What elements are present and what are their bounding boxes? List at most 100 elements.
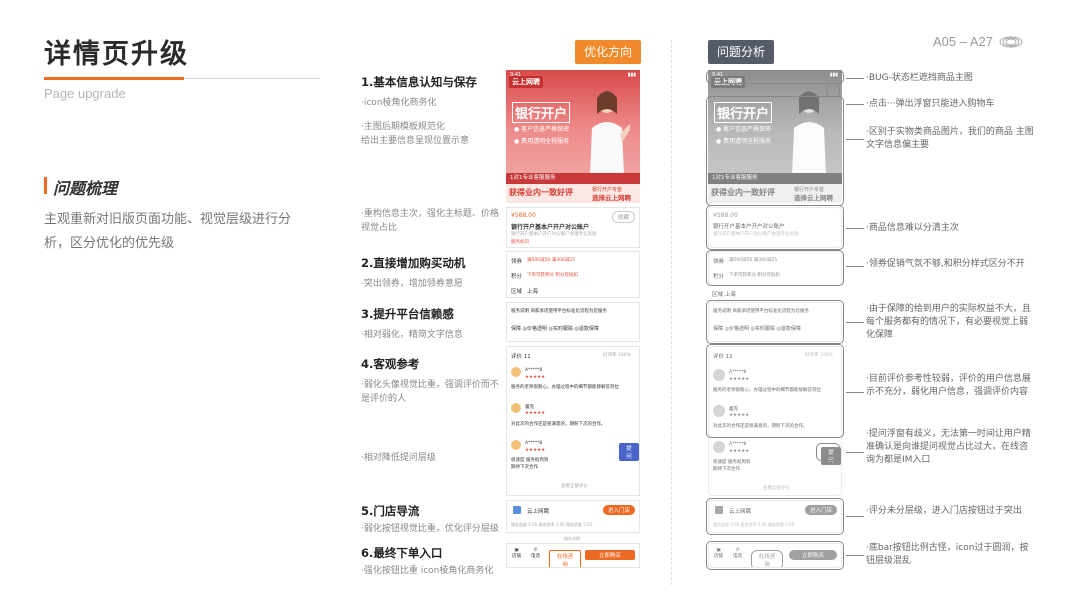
arrow-line xyxy=(846,555,864,556)
note-line: ·相对降低提问层级 xyxy=(361,453,436,463)
note-purchase: 2.直接增加购买动机 ·突出领券，增加领券意愿 xyxy=(361,255,465,291)
call-tab[interactable]: ✆ 电话 xyxy=(531,548,540,559)
problem-analysis-tag: 问题分析 xyxy=(708,40,775,64)
arrow-line xyxy=(846,104,864,105)
review-rate[interactable]: 好评率 100% xyxy=(603,352,631,358)
view-all-reviews[interactable]: 查看全部评价 xyxy=(763,485,790,491)
coupon-label: 领券 xyxy=(511,259,523,265)
banner-bullet: ● 费用透明全程服务 xyxy=(514,138,570,145)
banner-footer: 获得业内一致好评 银行开户专首 选择云上网聘 xyxy=(506,184,640,203)
note-line: ·弱化头像视觉比重，强调评价而不 xyxy=(361,380,499,390)
store-name: 云上网聘 xyxy=(527,509,550,515)
note-line: ·icon棱角化商务化 xyxy=(361,98,437,108)
title-accent-bar xyxy=(44,77,184,80)
note-line: ·强化按钮比重 icon棱角化商务化 xyxy=(361,566,494,576)
arrow-line xyxy=(846,266,864,267)
note-basic-info: 1.基本信息认知与保存 ·icon棱角化商务化 ·主图后期模板规范化 给出主要信… xyxy=(361,74,477,148)
region-label: 区域 xyxy=(511,289,523,295)
page-number: A05 – A27 xyxy=(933,34,993,49)
guarantee-items: 保障 ◎价格透明 ◎实时跟踪 ◎退款保障 xyxy=(511,326,599,332)
arrow-line xyxy=(846,139,864,140)
points-value: 下单可获积分 积分可抵扣 xyxy=(527,273,578,278)
coupon-card[interactable]: 领券 满500减50 满300减25 积分 下单可获积分 积分可抵扣 区域 上海 xyxy=(506,251,640,298)
store-logo-icon xyxy=(513,506,521,514)
section-accent-bar xyxy=(44,177,47,194)
highlight-coupon xyxy=(706,250,844,286)
region-row: 区域 上海 xyxy=(712,292,736,298)
section-heading: 问题梳理 xyxy=(53,179,118,198)
rating-stars: ★★★★★ xyxy=(729,449,750,454)
store-tab[interactable]: ▣ 店铺 xyxy=(512,548,521,559)
review-text: 对此次的合作还是很满意的，期盼下次的合作。 xyxy=(511,422,606,427)
brand-logo: 云上网聘 xyxy=(509,76,543,88)
note-heading: 3.提升平台信赖感 xyxy=(361,307,454,321)
section-description: 主观重新对旧版页面功能、视觉层级进行分析，区分优化的优先级 xyxy=(44,212,292,251)
issue-note: ·提问浮窗有歧义，无法第一时间让用户精准确认是向谁提问视觉占比过大，在线咨询为都… xyxy=(866,429,1031,465)
region-value: 上海 xyxy=(527,289,539,295)
highlight-guarantee xyxy=(706,300,844,344)
note-line: 视觉占比 xyxy=(361,223,398,233)
note-line: ·突出领券，增加领券意愿 xyxy=(361,279,463,289)
status-icons: ▮▮▮ xyxy=(627,72,636,78)
issue-note: ·点击···弹出浮窗只能进入购物车 xyxy=(866,99,995,109)
note-line: 给出主要信息呈现位置示意 xyxy=(361,136,470,146)
view-all-reviews[interactable]: 查看全部评价 xyxy=(561,483,588,489)
product-banner: 9:41 ▮▮▮ 云上网聘 银行开户 ● 客户信息严格保密 ● 费用透明全程服务 … xyxy=(506,70,640,203)
ask-button[interactable]: 提问 xyxy=(619,443,639,461)
note-trust: 3.提升平台信赖感 ·相对弱化，精简文字信息 xyxy=(361,306,463,342)
highlight-ask xyxy=(816,443,840,461)
highlight-reviews xyxy=(706,344,844,438)
highlight-more-button xyxy=(826,83,840,97)
enter-store-button[interactable]: 进入门店 xyxy=(602,505,635,515)
arrow-line xyxy=(846,228,864,229)
issue-note: ·评分未分层级，进入门店按钮过于突出 xyxy=(866,506,1022,516)
coupon-value: 满500减50 满300减25 xyxy=(527,258,576,263)
issue-note: ·BUG-状态栏遮挡商品主图 xyxy=(866,73,973,83)
note-heading: 4.客观参考 xyxy=(361,357,420,371)
highlight-statusbar xyxy=(706,70,844,84)
product-info-card: ¥588.00 收藏 银行开户基本户开户对公账户 银行开户基本户开户对公账户办理… xyxy=(506,207,640,248)
note-heading: 6.最终下单入口 xyxy=(361,546,443,560)
issue-note: ·由于保障的给到用户的实际权益不大，且每个服务都有的情况下，有必要视觉上弱化保障 xyxy=(866,304,1031,340)
issue-note: ·区别于实物类商品图片，我们的商品 主图文字信息偏主要 xyxy=(866,127,1034,150)
rating-stars: ★★★★★ xyxy=(525,411,546,416)
note-line: ·重构信息主次，强化主标题、价格 xyxy=(361,209,499,219)
highlight-info xyxy=(706,205,844,250)
detail-hint: 服务详情 xyxy=(564,536,580,541)
arrow-line xyxy=(846,392,864,393)
service-stripe: 1对1专业客服服务 xyxy=(506,173,640,184)
page-title: 详情页升级 xyxy=(44,39,189,70)
banner-title: 银行开户 xyxy=(512,102,571,123)
reviewer-name: A*****8 xyxy=(525,368,543,373)
avatar xyxy=(713,441,725,453)
column-divider xyxy=(671,40,672,585)
avatar xyxy=(511,440,521,450)
reviewer-name: A*****8 xyxy=(729,442,747,447)
issue-note: ·底bar按钮比例古怪，icon过于圆润，按钮层级混乱 xyxy=(866,543,1029,566)
guarantee-label: 服务说明 商家承诺使用平台标准化流程为您服务 xyxy=(511,309,607,314)
rings-icon xyxy=(999,36,1023,48)
note-heading: 5.门店导流 xyxy=(361,504,420,518)
avatar xyxy=(511,403,521,413)
favorite-button[interactable]: 收藏 xyxy=(611,211,635,223)
review-card: 评价 11 好评率 100% A*****8 ★★★★★ 服务的老师很耐心，办理… xyxy=(506,346,640,496)
model-photo xyxy=(590,91,630,176)
issue-note: ·目前评价参考性较弱，评价的用户信息展示不充分，弱化用户信息，强调评价内容 xyxy=(866,374,1031,397)
note-line: ·相对弱化，精简文字信息 xyxy=(361,330,463,340)
review-title: 评价 11 xyxy=(511,354,531,360)
guarantee-card[interactable]: 服务说明 商家承诺使用平台标准化流程为您服务 保障 ◎价格透明 ◎实时跟踪 ◎退… xyxy=(506,302,640,342)
note-title-price: ·重构信息主次，强化主标题、价格 视觉占比 xyxy=(361,207,499,235)
rating-stars: ★★★★★ xyxy=(525,375,546,380)
page-subtitle: Page upgrade xyxy=(44,86,126,101)
arrow-line xyxy=(846,516,864,517)
product-subtitle: 银行开户基本户开户对公账户办理专业高效 xyxy=(511,232,597,237)
store-card: 云上网聘 进入门店 服务态度 5.00 服务效率 5.00 服务质量 5.00 xyxy=(506,500,640,533)
consult-button[interactable]: 在线咨询 xyxy=(549,550,581,567)
buy-button[interactable]: 立即购买 xyxy=(585,550,635,560)
arrow-line xyxy=(846,452,864,453)
product-title: 银行开户基本户开户对公账户 xyxy=(511,224,590,231)
note-line: 是评价的人 xyxy=(361,394,407,404)
avatar xyxy=(511,367,521,377)
note-heading: 1.基本信息认知与保存 xyxy=(361,75,477,89)
reviewer-name: A*****8 xyxy=(525,441,543,446)
